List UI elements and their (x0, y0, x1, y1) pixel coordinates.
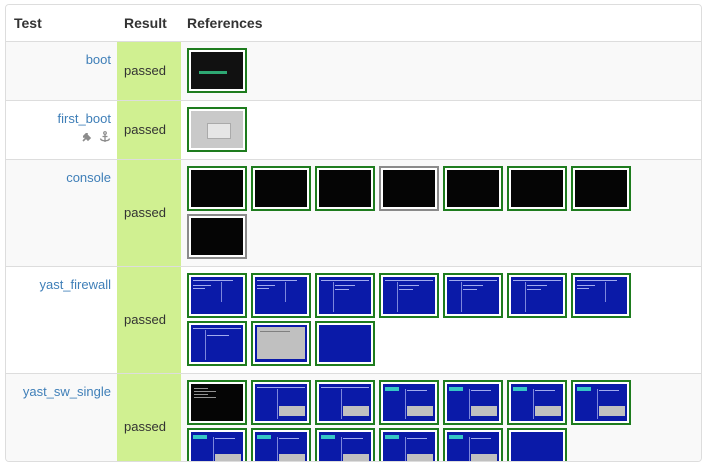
table-row: yast_firewall passed (6, 266, 701, 373)
screenshot-thumbnail[interactable] (571, 165, 631, 211)
screenshot-thumbnail[interactable] (507, 165, 567, 211)
references-cell (181, 100, 701, 159)
header-test: Test (6, 5, 117, 42)
result-status: passed (117, 41, 181, 100)
result-status: passed (117, 159, 181, 266)
test-link[interactable]: first_boot (58, 111, 111, 126)
table-row: console passed (6, 159, 701, 266)
screenshot-thumbnail[interactable] (571, 379, 631, 425)
screenshot-thumbnail[interactable] (507, 379, 567, 425)
screenshot-thumbnail[interactable] (315, 272, 375, 318)
screenshot-thumbnail[interactable] (379, 427, 439, 461)
screenshot-thumbnail[interactable] (507, 427, 567, 461)
screenshot-thumbnail[interactable] (379, 379, 439, 425)
test-name-cell: yast_sw_single (6, 373, 117, 461)
results-table: Test Result References boot passed first_b… (6, 5, 701, 461)
thumbnail-list (187, 272, 637, 369)
result-status: passed (117, 100, 181, 159)
header-references: References (181, 5, 701, 42)
table-row: first_boot passed (6, 100, 701, 159)
header-result: Result (117, 5, 181, 42)
screenshot-thumbnail[interactable] (187, 47, 247, 93)
screenshot-thumbnail[interactable] (315, 379, 375, 425)
thumbnail-list (187, 106, 637, 155)
test-link[interactable]: yast_sw_single (23, 384, 111, 399)
screenshot-thumbnail[interactable] (379, 272, 439, 318)
screenshot-thumbnail[interactable] (251, 427, 311, 461)
references-cell (181, 41, 701, 100)
screenshot-thumbnail[interactable] (187, 165, 247, 211)
table-row: boot passed (6, 41, 701, 100)
result-status: passed (117, 266, 181, 373)
test-name-cell: yast_firewall (6, 266, 117, 373)
screenshot-thumbnail[interactable] (443, 165, 503, 211)
screenshot-thumbnail[interactable] (251, 379, 311, 425)
screenshot-thumbnail[interactable] (443, 272, 503, 318)
anchor-icon (99, 130, 111, 143)
screenshot-thumbnail[interactable] (187, 106, 247, 152)
screenshot-thumbnail[interactable] (187, 320, 247, 366)
screenshot-thumbnail[interactable] (187, 379, 247, 425)
screenshot-thumbnail[interactable] (315, 427, 375, 461)
screenshot-thumbnail[interactable] (315, 165, 375, 211)
screenshot-thumbnail[interactable] (251, 272, 311, 318)
screenshot-thumbnail[interactable] (379, 165, 439, 211)
screenshot-thumbnail[interactable] (187, 213, 247, 259)
thumbnail-list (187, 47, 637, 96)
screenshot-thumbnail[interactable] (251, 320, 311, 366)
test-link[interactable]: console (66, 170, 111, 185)
screenshot-thumbnail[interactable] (443, 379, 503, 425)
screenshot-thumbnail[interactable] (507, 272, 567, 318)
thumbnail-list (187, 165, 637, 262)
screenshot-thumbnail[interactable] (315, 320, 375, 366)
screenshot-thumbnail[interactable] (443, 427, 503, 461)
plug-icon (81, 131, 93, 143)
screenshot-thumbnail[interactable] (251, 165, 311, 211)
test-link[interactable]: yast_firewall (39, 277, 111, 292)
screenshot-thumbnail[interactable] (187, 427, 247, 461)
result-status: passed (117, 373, 181, 461)
test-name-cell: console (6, 159, 117, 266)
table-row: yast_sw_single passed (6, 373, 701, 461)
screenshot-thumbnail[interactable] (187, 272, 247, 318)
test-flags (10, 130, 111, 143)
references-cell (181, 266, 701, 373)
table-header-row: Test Result References (6, 5, 701, 42)
test-name-cell: boot (6, 41, 117, 100)
test-link[interactable]: boot (86, 52, 111, 67)
screenshot-thumbnail[interactable] (571, 272, 631, 318)
references-cell (181, 159, 701, 266)
results-panel: Test Result References boot passed first_b… (5, 4, 702, 462)
thumbnail-list (187, 379, 637, 461)
references-cell (181, 373, 701, 461)
test-name-cell: first_boot (6, 100, 117, 159)
